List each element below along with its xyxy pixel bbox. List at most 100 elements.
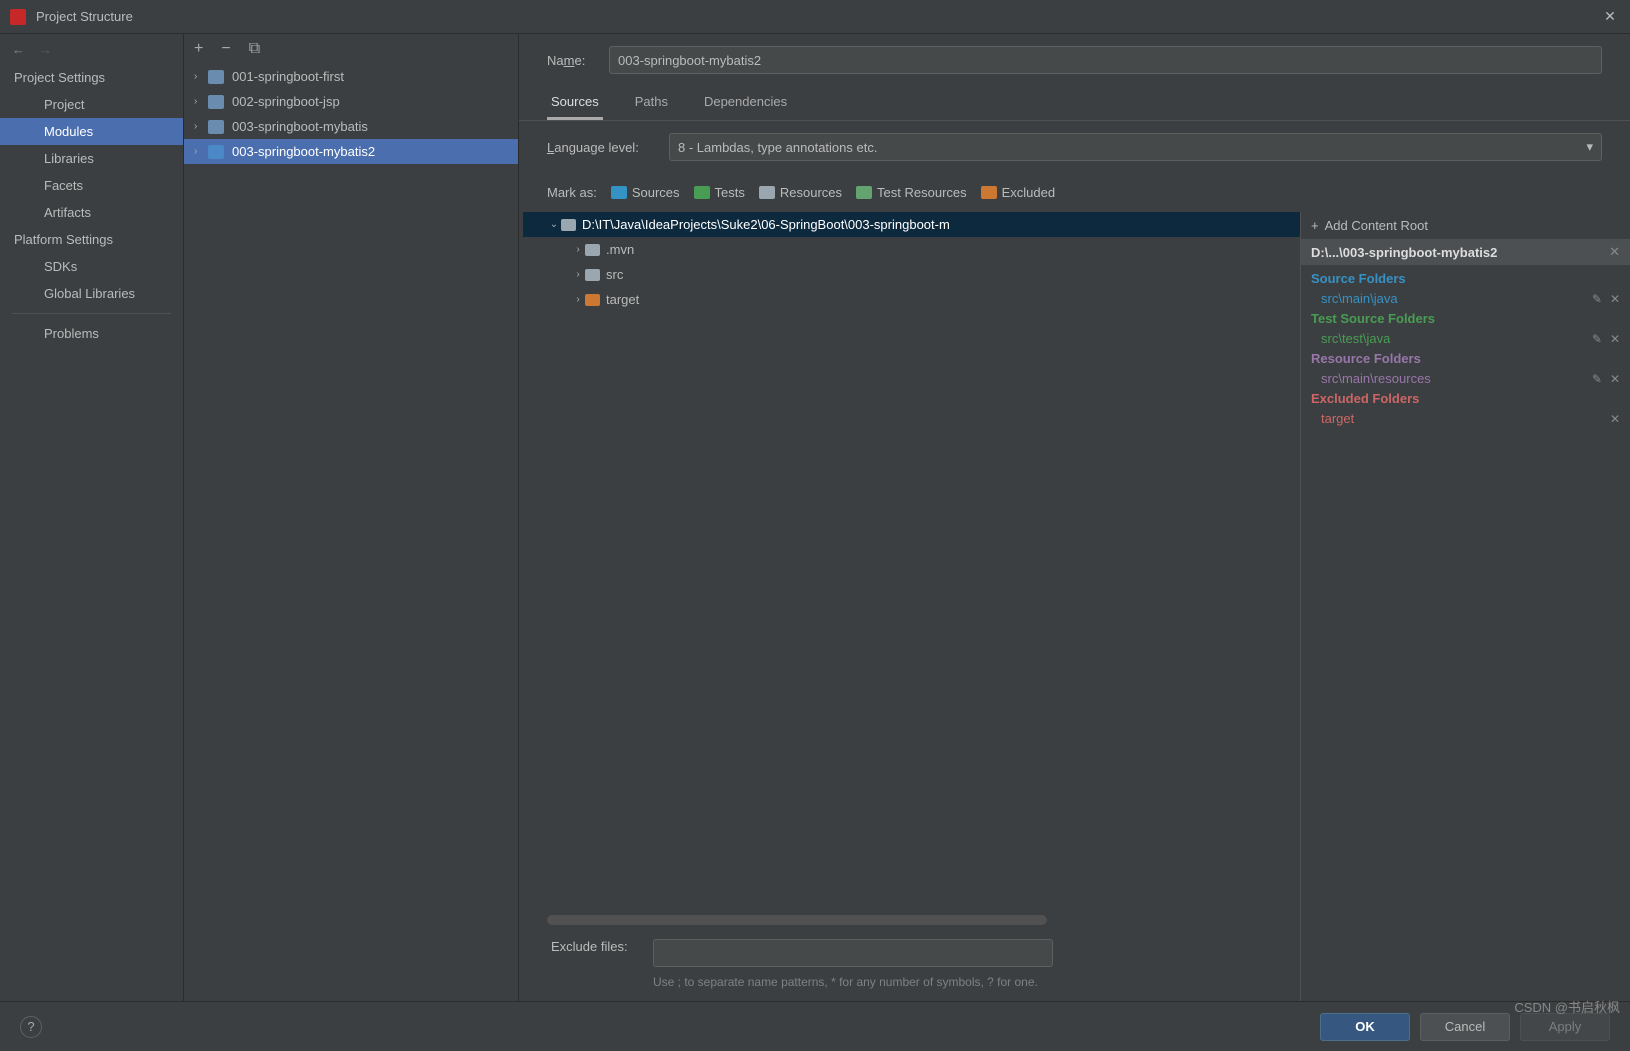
add-content-root[interactable]: + Add Content Root — [1301, 212, 1630, 239]
content-root-path[interactable]: D:\...\003-springboot-mybatis2 ✕ — [1301, 239, 1630, 265]
language-select[interactable]: 8 - Lambdas, type annotations etc. ▾ — [669, 133, 1602, 161]
chevron-right-icon[interactable]: › — [194, 71, 208, 82]
tab-sources[interactable]: Sources — [547, 86, 603, 120]
sidebar-item-libraries[interactable]: Libraries — [0, 145, 183, 172]
folder-icon — [585, 269, 600, 281]
remove-icon[interactable]: ✕ — [1610, 292, 1620, 306]
folder-item[interactable]: src\test\java✎✕ — [1311, 328, 1620, 349]
remove-icon[interactable]: ✕ — [1610, 372, 1620, 386]
section-project-settings: Project Settings — [0, 64, 183, 91]
modules-tree: ›001-springboot-first ›002-springboot-js… — [184, 64, 518, 1001]
folder-icon — [208, 120, 224, 134]
mark-excluded[interactable]: Excluded — [981, 185, 1055, 200]
exclude-input[interactable] — [653, 939, 1053, 967]
chevron-right-icon[interactable]: › — [194, 146, 208, 157]
horizontal-scrollbar[interactable] — [547, 915, 1047, 925]
module-item[interactable]: ›003-springboot-mybatis2 — [184, 139, 518, 164]
window-title: Project Structure — [36, 9, 1600, 24]
forward-icon[interactable]: → — [39, 42, 52, 57]
content-root[interactable]: ⌄ D:\IT\Java\IdeaProjects\Suke2\06-Sprin… — [523, 212, 1300, 237]
folder-icon — [561, 219, 576, 231]
remove-icon[interactable]: − — [221, 40, 230, 58]
titlebar: Project Structure ✕ — [0, 0, 1630, 34]
edit-icon[interactable]: ✎ — [1592, 292, 1602, 306]
back-icon[interactable]: ← — [12, 42, 25, 57]
module-editor: Name: Sources Paths Dependencies Languag… — [519, 34, 1630, 1001]
folder-icon — [585, 294, 600, 306]
tab-paths[interactable]: Paths — [631, 86, 672, 120]
close-icon[interactable]: ✕ — [1600, 8, 1620, 25]
chevron-right-icon[interactable]: › — [194, 96, 208, 107]
sidebar-item-facets[interactable]: Facets — [0, 172, 183, 199]
folder-icon — [585, 244, 600, 256]
tabs: Sources Paths Dependencies — [519, 86, 1630, 121]
tree-folder[interactable]: ›src — [523, 262, 1300, 287]
apply-button: Apply — [1520, 1013, 1610, 1041]
tree-folder[interactable]: ›.mvn — [523, 237, 1300, 262]
exclude-label: Exclude files: — [551, 939, 641, 954]
module-item[interactable]: ›001-springboot-first — [184, 64, 518, 89]
sidebar-item-problems[interactable]: Problems — [0, 320, 183, 347]
sidebar-item-sdks[interactable]: SDKs — [0, 253, 183, 280]
name-label: Name: — [547, 53, 597, 68]
ok-button[interactable]: OK — [1320, 1013, 1410, 1041]
name-input[interactable] — [609, 46, 1602, 74]
remove-icon[interactable]: ✕ — [1610, 332, 1620, 346]
sidebar-item-project[interactable]: Project — [0, 91, 183, 118]
remove-icon[interactable]: ✕ — [1610, 412, 1620, 426]
chevron-right-icon[interactable]: › — [571, 244, 585, 255]
mark-as-label: Mark as: — [547, 185, 597, 200]
mark-tests[interactable]: Tests — [694, 185, 745, 200]
edit-icon[interactable]: ✎ — [1592, 372, 1602, 386]
exclude-hint: Use ; to separate name patterns, * for a… — [653, 973, 1053, 991]
root-path: D:\IT\Java\IdeaProjects\Suke2\06-SpringB… — [582, 217, 950, 232]
chevron-down-icon[interactable]: ⌄ — [547, 219, 561, 230]
folder-label: target — [606, 292, 639, 307]
folder-group-title: Source Folders — [1311, 269, 1620, 288]
main: ← → Project Settings Project Modules Lib… — [0, 34, 1630, 1001]
module-item[interactable]: › 003-springboot-mybatis — [184, 114, 518, 139]
section-platform-settings: Platform Settings — [0, 226, 183, 253]
help-button[interactable]: ? — [20, 1016, 42, 1038]
remove-icon[interactable]: ✕ — [1609, 244, 1620, 260]
tree-folder[interactable]: › target — [523, 287, 1300, 312]
edit-icon[interactable]: ✎ — [1592, 332, 1602, 346]
mark-as-row: Mark as: Sources Tests Resources Test Re… — [519, 173, 1630, 212]
mark-sources[interactable]: Sources — [611, 185, 680, 200]
module-item[interactable]: ›002-springboot-jsp — [184, 89, 518, 114]
sidebar-item-modules[interactable]: Modules — [0, 118, 183, 145]
app-icon — [10, 9, 26, 25]
folders-list: Source Folderssrc\main\java✎✕Test Source… — [1301, 265, 1630, 1001]
divider — [12, 313, 171, 314]
sidebar: ← → Project Settings Project Modules Lib… — [0, 34, 184, 1001]
copy-icon[interactable]: ⧉ — [249, 40, 260, 58]
mark-resources[interactable]: Resources — [759, 185, 842, 200]
cancel-button[interactable]: Cancel — [1420, 1013, 1510, 1041]
chevron-right-icon[interactable]: › — [571, 294, 585, 305]
sidebar-item-global-libraries[interactable]: Global Libraries — [0, 280, 183, 307]
folder-group-title: Test Source Folders — [1311, 309, 1620, 328]
folder-item[interactable]: src\main\resources✎✕ — [1311, 368, 1620, 389]
folder-icon — [208, 70, 224, 84]
module-label: 003-springboot-mybatis — [232, 119, 368, 134]
chevron-right-icon[interactable]: › — [194, 121, 208, 132]
folder-item[interactable]: target ✕ — [1311, 408, 1620, 429]
chevron-right-icon[interactable]: › — [571, 269, 585, 280]
bottom-bar: ? OK Cancel Apply — [0, 1001, 1630, 1051]
tab-dependencies[interactable]: Dependencies — [700, 86, 791, 120]
modules-panel: + − ⧉ ›001-springboot-first ›002-springb… — [184, 34, 519, 1001]
language-row: Language level: 8 - Lambdas, type annota… — [519, 121, 1630, 173]
file-tree: ⌄ D:\IT\Java\IdeaProjects\Suke2\06-Sprin… — [523, 212, 1300, 1001]
folder-icon — [208, 145, 224, 159]
sidebar-item-artifacts[interactable]: Artifacts — [0, 199, 183, 226]
folder-icon — [856, 186, 872, 199]
add-icon[interactable]: + — [194, 40, 203, 58]
folder-group-title: Excluded Folders — [1311, 389, 1620, 408]
language-label: Language level: — [547, 140, 657, 155]
mark-test-resources[interactable]: Test Resources — [856, 185, 967, 200]
folder-path: target — [1321, 411, 1354, 426]
modules-toolbar: + − ⧉ — [184, 34, 518, 64]
folder-icon — [611, 186, 627, 199]
folder-item[interactable]: src\main\java✎✕ — [1311, 288, 1620, 309]
language-value: 8 - Lambdas, type annotations etc. — [678, 140, 877, 155]
